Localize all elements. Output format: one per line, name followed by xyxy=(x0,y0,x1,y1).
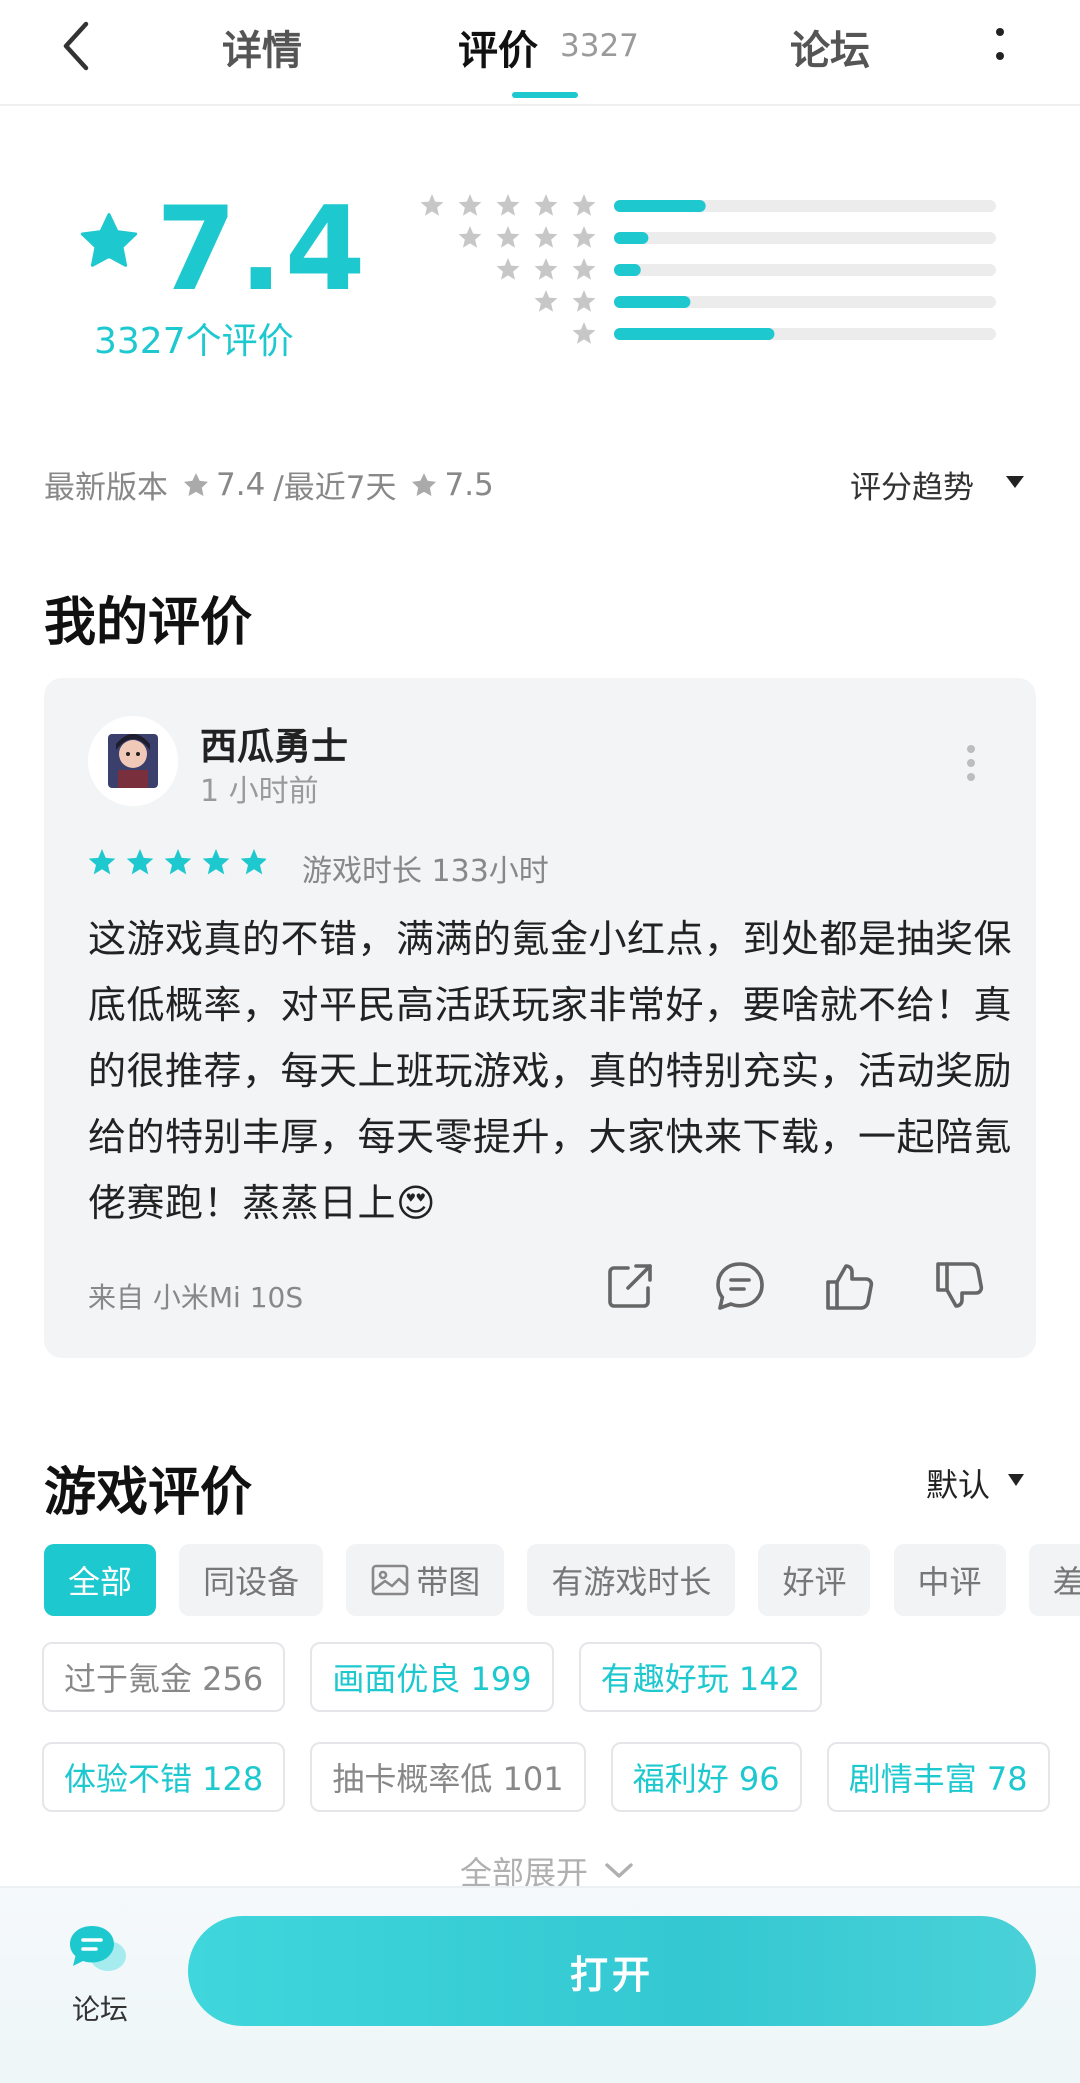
distribution-bar-4-star xyxy=(614,232,649,244)
review-more-icon[interactable] xyxy=(964,744,978,782)
chevron-down-icon xyxy=(605,1863,633,1878)
my-review-card: 西瓜勇士 1 小时前 游戏时长 133小时 这游戏真的不错，满满的氪金小红点，到… xyxy=(44,678,1036,1358)
distribution-star-icon xyxy=(534,194,558,216)
image-icon xyxy=(371,1564,409,1596)
review-star-icon xyxy=(164,849,192,875)
version-score: 7.4 xyxy=(216,466,266,503)
tag-row: 体验不错 128 抽卡概率低 101 福利好 96 剧情丰富 78 xyxy=(42,1742,1052,1812)
distribution-star-icon xyxy=(496,258,520,280)
tab-reviews[interactable]: 评价 xyxy=(458,18,538,76)
review-filter-bar: 全部 同设备 带图 有游戏时长 好评 中评 差评 xyxy=(44,1544,1080,1616)
avatar[interactable] xyxy=(88,716,178,806)
thumbs-up-icon[interactable] xyxy=(822,1258,878,1314)
review-star-icon xyxy=(240,849,266,875)
distribution-star-icon xyxy=(534,258,558,280)
review-star-icon xyxy=(126,849,154,875)
back-arrow-icon[interactable] xyxy=(56,18,96,74)
distribution-star-icon xyxy=(496,194,520,216)
tab-details[interactable]: 详情 xyxy=(222,18,302,76)
star-icon xyxy=(412,472,437,496)
caret-down-icon[interactable] xyxy=(1004,474,1026,490)
distribution-star-icon xyxy=(572,194,596,216)
rating-star-icon xyxy=(80,213,138,267)
distribution-star-icon xyxy=(572,322,596,344)
top-nav: 详情 评价 3327 论坛 xyxy=(0,0,1080,106)
filter-all[interactable]: 全部 xyxy=(44,1544,157,1616)
sort-dropdown[interactable]: 默认 xyxy=(926,1460,990,1506)
review-tags: 过于氪金 256 画面优良 199 有趣好玩 142 体验不错 128 抽卡概率… xyxy=(42,1642,1052,1842)
review-time: 1 小时前 xyxy=(200,774,319,809)
tag-chip[interactable]: 体验不错 128 xyxy=(42,1742,286,1812)
tab-forum[interactable]: 论坛 xyxy=(790,18,870,76)
filter-with-image-label: 带图 xyxy=(416,1563,481,1601)
tag-chip[interactable]: 剧情丰富 78 xyxy=(826,1742,1050,1812)
more-options-icon[interactable] xyxy=(990,24,1010,64)
comment-icon[interactable] xyxy=(712,1258,768,1314)
distribution-bar-track xyxy=(614,232,996,244)
review-stars xyxy=(88,849,266,875)
tag-chip[interactable]: 福利好 96 xyxy=(610,1742,802,1812)
distribution-star-icon xyxy=(420,194,444,216)
filter-neutral[interactable]: 中评 xyxy=(893,1544,1006,1616)
distribution-bar-2-star xyxy=(614,296,691,308)
review-star-icon xyxy=(202,849,230,875)
open-game-button[interactable]: 打开 xyxy=(188,1916,1036,2026)
distribution-star-icon xyxy=(496,226,520,248)
forum-label[interactable]: 论坛 xyxy=(72,1988,128,2028)
review-device-source: 来自 小米Mi 10S xyxy=(88,1281,304,1314)
version-label: 最新版本 xyxy=(44,470,168,506)
review-playtime: 游戏时长 133小时 xyxy=(302,854,549,889)
my-review-heading: 我的评价 xyxy=(44,593,253,653)
recent-label: /最近7天 xyxy=(273,470,397,506)
distribution-star-icon xyxy=(458,226,482,248)
tab-reviews-count: 3327 xyxy=(560,28,639,64)
distribution-star-icon xyxy=(572,258,596,280)
filter-negative[interactable]: 差评 xyxy=(1028,1544,1080,1616)
bottom-action-bar: 论坛 打开 xyxy=(0,1886,1080,2083)
tag-chip[interactable]: 有趣好玩 142 xyxy=(578,1642,822,1712)
forum-icon[interactable] xyxy=(66,1922,130,1978)
filter-positive[interactable]: 好评 xyxy=(758,1544,871,1616)
caret-down-icon[interactable] xyxy=(1006,1472,1026,1488)
distribution-star-icon xyxy=(534,226,558,248)
tag-chip[interactable]: 画面优良 199 xyxy=(310,1642,554,1712)
rating-distribution xyxy=(418,192,998,352)
distribution-bar-3-star xyxy=(614,264,641,276)
share-icon[interactable] xyxy=(602,1258,658,1314)
review-content: 这游戏真的不错，满满的氪金小红点，到处都是抽奖保底低概率，对平民高活跃玩家非常好… xyxy=(88,917,1013,1225)
tag-chip[interactable]: 抽卡概率低 101 xyxy=(310,1742,586,1812)
distribution-bar-track xyxy=(614,264,996,276)
review-username[interactable]: 西瓜勇士 xyxy=(200,716,348,770)
star-icon xyxy=(183,472,209,496)
tag-row: 过于氪金 256 画面优良 199 有趣好玩 142 xyxy=(42,1642,1052,1712)
distribution-bar-5-star xyxy=(614,200,706,212)
version-score-row: 最新版本 7.4 /最近7天 7.5 xyxy=(44,462,494,507)
distribution-star-icon xyxy=(534,290,558,312)
distribution-bar-1-star xyxy=(614,328,775,340)
tag-chip[interactable]: 过于氪金 256 xyxy=(42,1642,286,1712)
tab-active-indicator xyxy=(512,92,578,98)
distribution-star-icon xyxy=(572,226,596,248)
distribution-star-icon xyxy=(572,290,596,312)
overall-score: 7.4 xyxy=(156,182,368,317)
filter-same-device[interactable]: 同设备 xyxy=(179,1544,324,1616)
score-trend-button[interactable]: 评分趋势 xyxy=(850,462,974,507)
filter-with-playtime[interactable]: 有游戏时长 xyxy=(527,1544,736,1616)
recent-score: 7.5 xyxy=(444,466,494,503)
review-star-icon xyxy=(88,849,116,875)
review-count: 3327个评价 xyxy=(94,321,294,362)
distribution-star-icon xyxy=(458,194,482,216)
thumbs-down-icon[interactable] xyxy=(932,1258,988,1314)
game-reviews-heading: 游戏评价 xyxy=(44,1463,253,1523)
filter-with-image[interactable]: 带图 xyxy=(346,1544,505,1616)
